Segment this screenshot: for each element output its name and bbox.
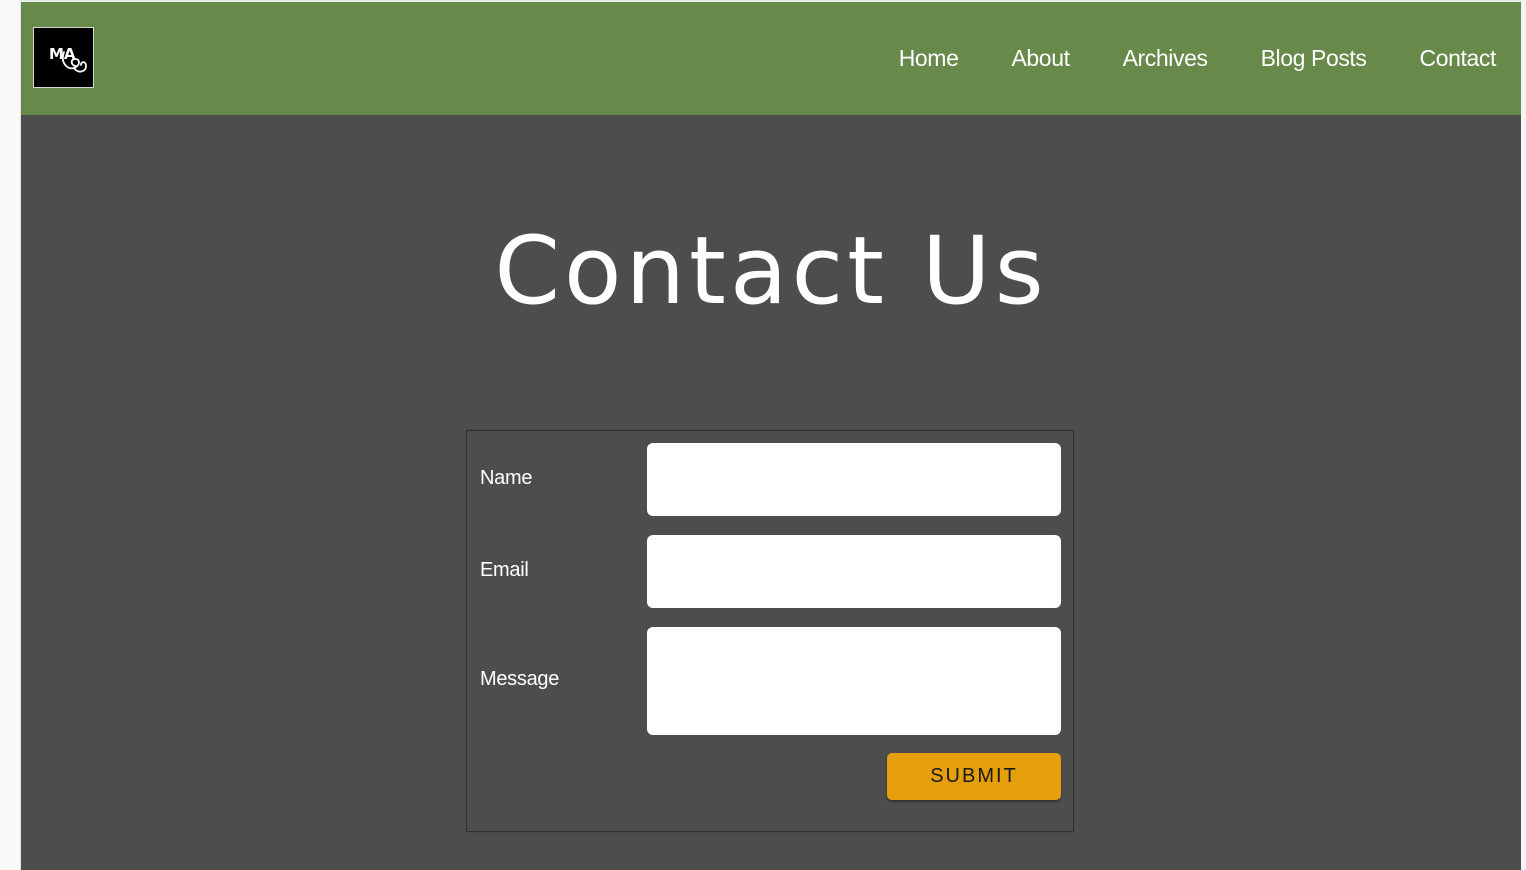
nav-link-about[interactable]: About: [1011, 45, 1070, 72]
submit-button[interactable]: SUBMIT: [887, 753, 1061, 800]
email-label: Email: [480, 559, 529, 581]
logo-mark-icon: MA: [49, 45, 87, 73]
site-header: MA Home About Archives Blog Posts Contac…: [21, 2, 1521, 115]
message-field[interactable]: [647, 627, 1061, 735]
name-label: Name: [480, 467, 533, 489]
nav-link-archives[interactable]: Archives: [1123, 45, 1208, 72]
browser-viewport: MA Home About Archives Blog Posts Contac…: [0, 0, 1526, 870]
page-body: MA Home About Archives Blog Posts Contac…: [21, 2, 1521, 870]
name-field[interactable]: [647, 443, 1061, 516]
message-label: Message: [480, 668, 560, 690]
page-title: Contact Us: [494, 217, 1048, 326]
right-scrollbar-gutter: [1521, 0, 1526, 870]
nav-link-contact[interactable]: Contact: [1420, 45, 1497, 72]
left-gutter: [0, 0, 21, 870]
nav-link-blog-posts[interactable]: Blog Posts: [1261, 45, 1367, 72]
site-logo[interactable]: MA: [33, 27, 94, 88]
email-field[interactable]: [647, 535, 1061, 608]
main-nav: Home About Archives Blog Posts Contact: [871, 2, 1521, 115]
nav-link-home[interactable]: Home: [899, 45, 959, 72]
contact-form: Name Email Message SUBMIT: [466, 430, 1074, 832]
